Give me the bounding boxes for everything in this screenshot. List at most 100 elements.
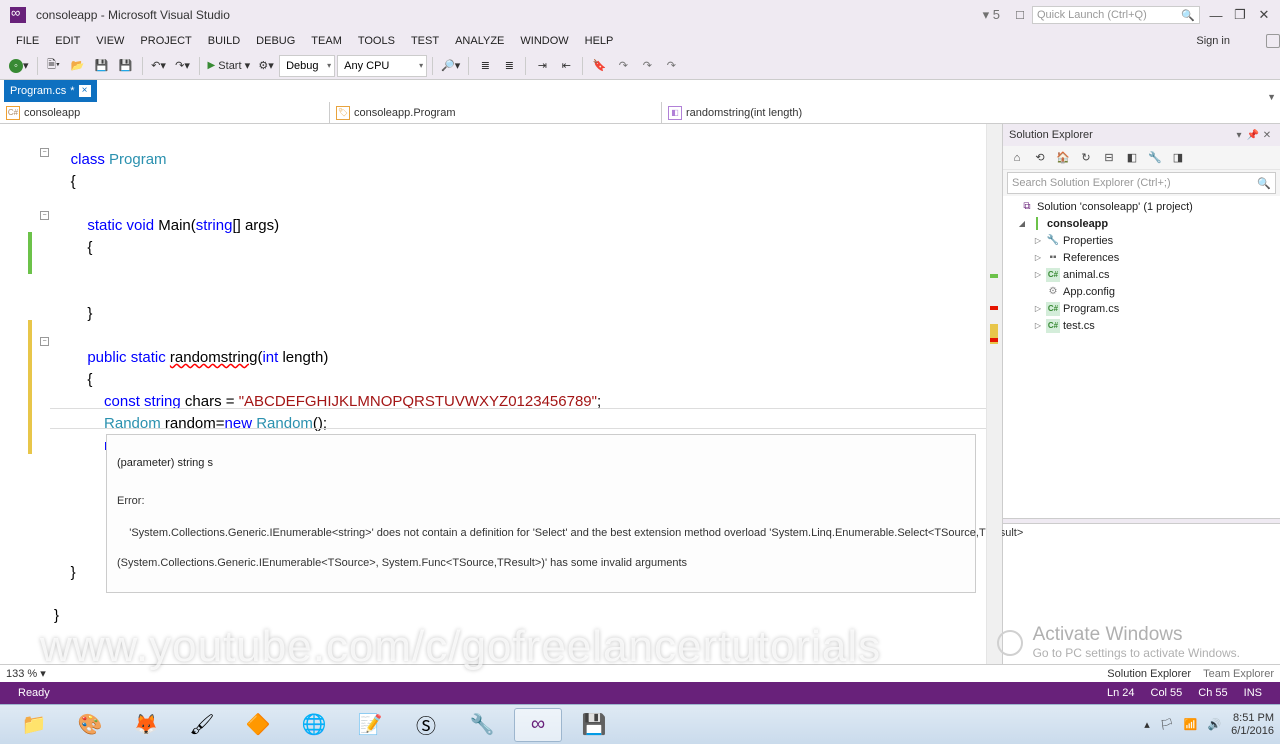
taskbar-explorer-icon[interactable]: 📁: [10, 708, 58, 742]
sx-search-input[interactable]: Search Solution Explorer (Ctrl+;)🔍: [1007, 172, 1276, 194]
taskbar-chrome-icon[interactable]: 🌐: [290, 708, 338, 742]
new-project-button[interactable]: 🗎▾: [43, 55, 65, 77]
tree-item-file[interactable]: ⚙App.config: [1003, 283, 1280, 300]
scroll-marker: [990, 274, 998, 278]
sx-properties-button[interactable]: 🔧: [1145, 148, 1165, 168]
menu-bar: FILE EDIT VIEW PROJECT BUILD DEBUG TEAM …: [0, 30, 1280, 52]
sx-home-button[interactable]: ⌂: [1007, 148, 1027, 168]
nav-class-dropdown[interactable]: 🏷 consoleapp.Program: [330, 102, 662, 123]
outdent-button[interactable]: ⇤: [555, 55, 577, 77]
notifications-flag[interactable]: ▾ 5: [983, 7, 1000, 23]
status-ready: Ready: [18, 687, 50, 699]
minimize-button[interactable]: —: [1204, 4, 1228, 26]
taskbar-paint-icon[interactable]: 🎨: [66, 708, 114, 742]
search-icon: 🔍: [1257, 177, 1271, 190]
bottom-tab-team-explorer[interactable]: Team Explorer: [1203, 668, 1274, 680]
solution-icon: ⧉: [1020, 200, 1034, 214]
menu-build[interactable]: BUILD: [200, 33, 248, 49]
open-file-button[interactable]: 📂: [67, 55, 89, 77]
menu-help[interactable]: HELP: [577, 33, 622, 49]
find-button[interactable]: 🔎▾: [438, 55, 463, 77]
code-nav-bar: C# consoleapp 🏷 consoleapp.Program ◧ ran…: [0, 102, 1280, 124]
sx-preview-button[interactable]: ◨: [1168, 148, 1188, 168]
bottom-tab-solution-explorer[interactable]: Solution Explorer: [1107, 668, 1191, 680]
tree-item-file[interactable]: ▷C#test.cs: [1003, 317, 1280, 334]
close-button[interactable]: ✕: [1252, 4, 1276, 26]
menu-team[interactable]: TEAM: [303, 33, 350, 49]
menu-file[interactable]: FILE: [8, 33, 47, 49]
menu-project[interactable]: PROJECT: [132, 33, 199, 49]
taskbar-app-icon[interactable]: 🔶: [234, 708, 282, 742]
redo-button[interactable]: ↷▾: [172, 55, 194, 77]
tab-close-icon[interactable]: ×: [79, 85, 91, 97]
sx-showall-button[interactable]: ◧: [1122, 148, 1142, 168]
panel-dropdown-icon[interactable]: ▾: [1232, 130, 1246, 141]
collapse-toggle[interactable]: −: [40, 211, 49, 220]
sign-in-link[interactable]: Sign in: [1196, 35, 1230, 47]
csproj-icon: [1030, 217, 1044, 231]
nav-project-dropdown[interactable]: C# consoleapp: [0, 102, 330, 123]
scroll-error-marker: [990, 338, 998, 342]
start-options-button[interactable]: ⚙▾: [255, 55, 277, 77]
taskbar-visualstudio-icon[interactable]: ∞: [514, 708, 562, 742]
tree-item-references[interactable]: ▷▪▪References: [1003, 249, 1280, 266]
system-tray[interactable]: ▴ 🏳 📶 🔊 8:51 PM6/1/2016: [1144, 712, 1274, 738]
menu-window[interactable]: WINDOW: [512, 33, 576, 49]
current-line-highlight: [50, 408, 986, 429]
tab-program-cs[interactable]: Program.cs* ×: [4, 80, 97, 102]
solution-tree[interactable]: ⧉Solution 'consoleapp' (1 project) ◢cons…: [1003, 196, 1280, 518]
start-button[interactable]: ▶ Start ▾: [205, 55, 254, 77]
collapse-toggle[interactable]: −: [40, 337, 49, 346]
sx-refresh-button[interactable]: ↻: [1076, 148, 1096, 168]
solution-explorer-title: Solution Explorer ▾ 📌 ✕: [1003, 124, 1280, 146]
undo-button[interactable]: ↶▾: [148, 55, 170, 77]
pin-icon[interactable]: 📌: [1246, 130, 1260, 141]
panel-close-icon[interactable]: ✕: [1260, 130, 1274, 141]
menu-test[interactable]: TEST: [403, 33, 447, 49]
taskbar-app-icon[interactable]: 💾: [570, 708, 618, 742]
save-all-button[interactable]: 💾: [115, 55, 137, 77]
platform-dropdown[interactable]: Any CPU: [337, 55, 427, 77]
menu-edit[interactable]: EDIT: [47, 33, 88, 49]
taskbar-app-icon[interactable]: 🖌: [178, 708, 226, 742]
tree-project[interactable]: ◢consoleapp: [1003, 215, 1280, 232]
taskbar-skype-icon[interactable]: Ⓢ: [402, 708, 450, 742]
code-area[interactable]: class Program { static void Main(string[…: [50, 124, 986, 664]
menu-tools[interactable]: TOOLS: [350, 33, 403, 49]
editor-scrollbar[interactable]: [986, 124, 1002, 664]
menu-analyze[interactable]: ANALYZE: [447, 33, 512, 49]
restore-button[interactable]: ❐: [1228, 4, 1252, 26]
tree-item-file[interactable]: ▷C#animal.cs: [1003, 266, 1280, 283]
user-icon[interactable]: [1266, 34, 1280, 48]
tree-item-file[interactable]: ▷C#Program.cs: [1003, 300, 1280, 317]
zoom-level[interactable]: 133 %: [6, 668, 37, 680]
taskbar-notepad-icon[interactable]: 📝: [346, 708, 394, 742]
nav-back-button[interactable]: ◦▾: [6, 55, 32, 77]
nav-member-dropdown[interactable]: ◧ randomstring(int length): [662, 102, 1280, 123]
cs-file-icon: C#: [1046, 268, 1060, 282]
bookmark-button[interactable]: 🔖: [588, 55, 610, 77]
sx-back-button[interactable]: ⟲: [1030, 148, 1050, 168]
config-dropdown[interactable]: Debug: [279, 55, 335, 77]
code-editor[interactable]: − − − class Program { static void Main(s…: [0, 124, 1002, 664]
comment-button[interactable]: ≣: [474, 55, 496, 77]
tree-item-properties[interactable]: ▷🔧Properties: [1003, 232, 1280, 249]
sx-sync-button[interactable]: 🏠: [1053, 148, 1073, 168]
feedback-icon[interactable]: ☐: [1011, 6, 1029, 24]
collapse-toggle[interactable]: −: [40, 148, 49, 157]
taskbar-firefox-icon[interactable]: 🦊: [122, 708, 170, 742]
quick-launch-input[interactable]: Quick Launch (Ctrl+Q)🔍: [1032, 6, 1200, 24]
menu-debug[interactable]: DEBUG: [248, 33, 303, 49]
menu-view[interactable]: VIEW: [88, 33, 132, 49]
indent-button[interactable]: ⇥: [531, 55, 553, 77]
tab-label: Program.cs: [10, 85, 66, 97]
tab-overflow-button[interactable]: ▼: [1267, 92, 1276, 102]
uncomment-button[interactable]: ≣: [498, 55, 520, 77]
save-button[interactable]: 💾: [91, 55, 113, 77]
taskbar-app-icon[interactable]: 🔧: [458, 708, 506, 742]
step-button-2: ↷: [636, 55, 658, 77]
scroll-error-marker: [990, 306, 998, 310]
tree-solution[interactable]: ⧉Solution 'consoleapp' (1 project): [1003, 198, 1280, 215]
taskbar-clock[interactable]: 8:51 PM6/1/2016: [1231, 712, 1274, 738]
sx-collapse-button[interactable]: ⊟: [1099, 148, 1119, 168]
